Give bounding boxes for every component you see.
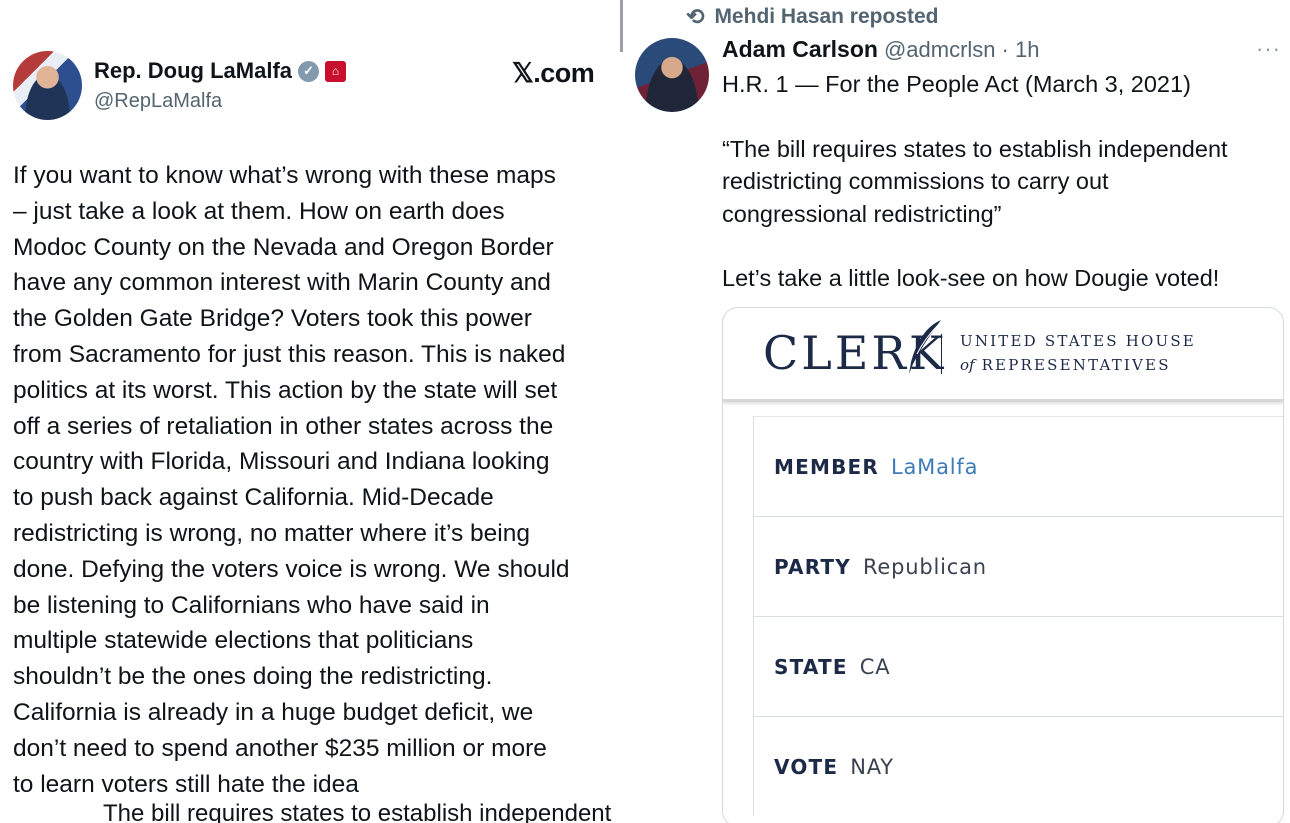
tweet-line: country with Florida, Missouri and India… — [13, 448, 550, 476]
tweet-line: multiple statewide elections that politi… — [13, 627, 474, 655]
vote-row-vote: VOTE NAY — [754, 716, 1283, 816]
tweet-line: California is already in a huge budget d… — [13, 698, 534, 726]
tweet-body: H.R. 1 — For the People Act (March 3, 20… — [722, 68, 1228, 295]
author-name[interactable]: Adam Carlson — [722, 36, 878, 63]
vote-row-state: STATE CA — [754, 616, 1283, 716]
author-avatar[interactable] — [635, 38, 709, 112]
repost-label: Mehdi Hasan reposted — [714, 5, 939, 28]
repost-indicator[interactable]: ⟲ Mehdi Hasan reposted — [686, 4, 939, 30]
repost-icon: ⟲ — [686, 4, 705, 29]
verified-badge-icon: ✓ — [298, 60, 320, 82]
us-capitol-icon: ⌂ — [325, 60, 347, 82]
tweet-line: don’t need to spend another $235 million… — [13, 734, 547, 762]
row-label: STATE — [774, 654, 848, 679]
author-avatar[interactable] — [13, 51, 82, 120]
tweet-line: be listening to Californians who have sa… — [13, 591, 490, 619]
vote-row-member: MEMBER LaMalfa — [754, 416, 1283, 516]
logo-line-2: of REPRESENTATIVES — [960, 356, 1171, 374]
row-value: CA — [859, 654, 891, 679]
logo-line-1: UNITED STATES HOUSE — [960, 332, 1196, 350]
attached-image-card[interactable]: CLERK UNITED STATES HOUSE of REPRESENTAT… — [722, 307, 1284, 823]
cutoff-text: The bill requires states to establish in… — [103, 800, 612, 823]
clerk-header: CLERK UNITED STATES HOUSE of REPRESENTAT… — [723, 308, 1283, 402]
row-value: NAY — [850, 754, 894, 779]
tweet-line: shouldn’t be the ones doing the redistri… — [13, 663, 493, 691]
author-handle[interactable]: @RepLaMalfa — [94, 90, 222, 113]
vote-row-party: PARTY Republican — [754, 516, 1283, 616]
tweet-line: to learn voters still hate the idea — [13, 770, 359, 798]
author-handle[interactable]: @admcrlsn — [884, 37, 996, 63]
logo-line-2-text: REPRESENTATIVES — [981, 356, 1171, 374]
logo-of: of — [960, 356, 975, 374]
row-value-link[interactable]: LaMalfa — [891, 455, 978, 479]
right-tweet-panel: ⟲ Mehdi Hasan reposted Adam Carlson @adm… — [623, 0, 1290, 823]
tweet-line: politics at its worst. This action by th… — [13, 376, 558, 404]
tweet-line: redistricting commissions to carry out — [722, 168, 1109, 194]
tweet-line: Modoc County on the Nevada and Oregon Bo… — [13, 233, 554, 261]
quill-icon — [909, 320, 941, 374]
tweet-line: – just take a look at them. How on earth… — [13, 197, 505, 225]
tweet-line: to push back against California. Mid-Dec… — [13, 484, 494, 512]
row-value: Republican — [862, 554, 987, 579]
more-options-icon[interactable]: ··· — [1256, 36, 1281, 62]
tweet-line: “The bill requires states to establish i… — [722, 135, 1228, 162]
row-label: PARTY — [774, 554, 851, 579]
x-logo: 𝕏.com — [512, 58, 595, 88]
vote-record-table: MEMBER LaMalfa PARTY Republican STATE CA… — [753, 416, 1283, 816]
author-name-row: Adam Carlson @admcrlsn · 1h — [722, 36, 1039, 63]
tweet-line: done. Defying the voters voice is wrong.… — [13, 555, 570, 583]
tweet-line: H.R. 1 — For the People Act (March 3, 20… — [722, 71, 1191, 97]
tweet-time[interactable]: · 1h — [1002, 37, 1040, 63]
tweet-line: congressional redistricting” — [722, 200, 1002, 227]
tweet-line: redistricting is wrong, no matter where … — [13, 519, 531, 547]
row-label: MEMBER — [774, 454, 879, 479]
tweet-body: If you want to know what’s wrong with th… — [13, 158, 619, 802]
tweet-line: If you want to know what’s wrong with th… — [13, 162, 556, 189]
tweet-line: have any common interest with Marin Coun… — [13, 269, 551, 297]
row-label: VOTE — [774, 754, 839, 779]
tweet-line: off a series of retaliation in other sta… — [13, 412, 554, 440]
tweet-line: from Sacramento for just this reason. Th… — [13, 340, 566, 368]
logo-divider — [941, 334, 942, 374]
tweet-line: the Golden Gate Bridge? Voters took this… — [13, 305, 532, 333]
left-tweet-panel: Rep. Doug LaMalfa ✓ ⌂ @RepLaMalfa 𝕏.com … — [0, 0, 622, 823]
tweet-line: Let’s take a little look-see on how Doug… — [722, 265, 1220, 291]
author-name[interactable]: Rep. Doug LaMalfa — [94, 58, 292, 84]
author-name-row: Rep. Doug LaMalfa ✓ ⌂ — [94, 58, 347, 84]
